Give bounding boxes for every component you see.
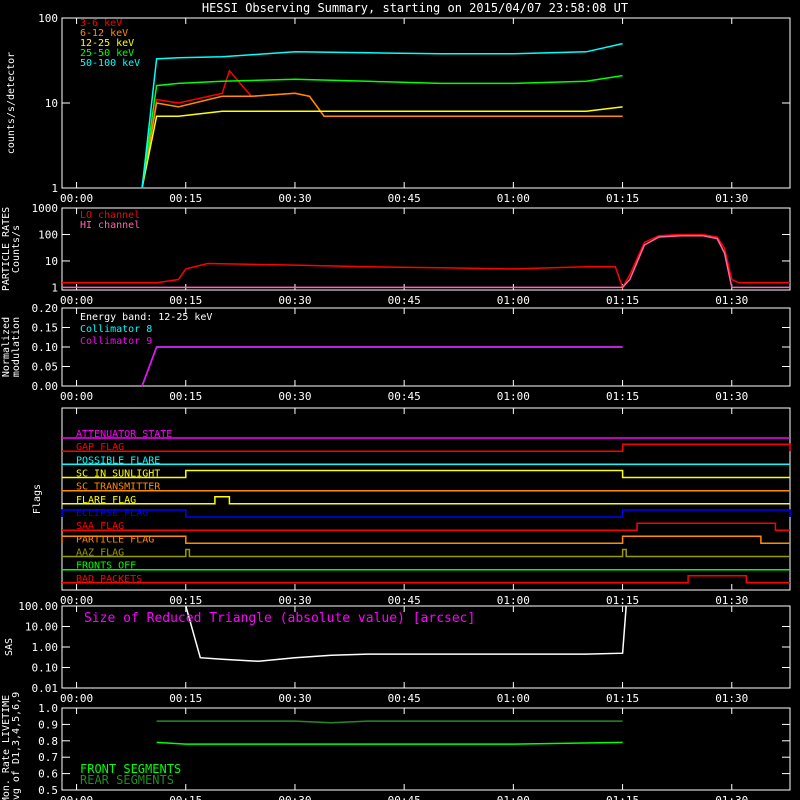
- chart-title: HESSI Observing Summary, starting on 201…: [202, 1, 628, 15]
- flag-label: ATTENUATOR STATE: [76, 429, 172, 440]
- x-tick-label: 01:30: [715, 692, 748, 705]
- x-tick-label: 01:30: [715, 794, 748, 800]
- legend-entry: 50-100 keV: [80, 58, 140, 69]
- x-tick-label: 00:30: [278, 794, 311, 800]
- y-tick-label: 0.15: [32, 322, 59, 335]
- y-tick-label: 0.01: [32, 682, 59, 695]
- x-tick-label: 00:15: [169, 192, 202, 205]
- x-tick-label: 01:15: [606, 390, 639, 403]
- y-tick-label: 1: [51, 182, 58, 195]
- y-tick-label: 0.9: [38, 718, 58, 731]
- x-tick-label: 01:00: [497, 192, 530, 205]
- y-tick-label: 10.00: [25, 621, 58, 634]
- y-tick-label: 100: [38, 12, 58, 25]
- flag-label: SAA FLAG: [76, 521, 124, 532]
- y-tick-label: 0.10: [32, 341, 59, 354]
- y-axis-label: SAS: [4, 638, 15, 656]
- x-tick-label: 01:15: [606, 794, 639, 800]
- y-tick-label: 0.10: [32, 662, 59, 675]
- y-tick-label: 0.6: [38, 768, 58, 781]
- x-tick-label: 01:00: [497, 594, 530, 607]
- x-tick-label: 00:45: [388, 594, 421, 607]
- x-tick-label: 00:30: [278, 192, 311, 205]
- x-tick-label: 00:00: [60, 192, 93, 205]
- y-axis-label: Counts/s: [11, 225, 22, 273]
- x-tick-label: 00:00: [60, 294, 93, 307]
- flag-label: FLARE FLAG: [76, 495, 136, 506]
- y-tick-label: 0.5: [38, 784, 58, 797]
- x-tick-label: 00:15: [169, 692, 202, 705]
- x-tick-label: 00:00: [60, 794, 93, 800]
- x-tick-label: 00:45: [388, 390, 421, 403]
- x-tick-label: 01:00: [497, 794, 530, 800]
- legend-entry: HI channel: [80, 220, 140, 231]
- y-tick-label: 1: [51, 281, 58, 294]
- x-tick-label: 00:00: [60, 390, 93, 403]
- legend-entry: Collimator 9: [80, 336, 152, 347]
- y-tick-label: 1.0: [38, 702, 58, 715]
- panel-annotation: Energy band: 12-25 keV: [80, 312, 212, 323]
- y-tick-label: 100: [38, 228, 58, 241]
- flag-label: PARTICLE FLAG: [76, 534, 154, 545]
- x-tick-label: 00:45: [388, 294, 421, 307]
- x-tick-label: 01:15: [606, 692, 639, 705]
- x-tick-label: 00:15: [169, 294, 202, 307]
- y-tick-label: 0.00: [32, 380, 59, 393]
- x-tick-label: 01:00: [497, 294, 530, 307]
- y-axis-label: Flags: [32, 484, 43, 514]
- x-tick-label: 00:15: [169, 794, 202, 800]
- y-tick-label: 0.7: [38, 751, 58, 764]
- flag-label: AAZ FLAG: [76, 548, 124, 559]
- x-tick-label: 01:15: [606, 192, 639, 205]
- x-tick-label: 01:15: [606, 594, 639, 607]
- x-tick-label: 00:15: [169, 390, 202, 403]
- y-tick-label: 10: [45, 255, 58, 268]
- flag-label: GAP FLAG: [76, 442, 124, 453]
- x-tick-label: 01:30: [715, 192, 748, 205]
- y-tick-label: 10: [45, 97, 58, 110]
- y-tick-label: 0.8: [38, 735, 58, 748]
- y-tick-label: 100.00: [18, 600, 58, 613]
- x-tick-label: 01:00: [497, 390, 530, 403]
- flag-label: FRONTS OFF: [76, 561, 136, 572]
- y-tick-label: 1.00: [32, 641, 59, 654]
- y-axis-label: avg of D1,3,4,5,6,9: [11, 692, 22, 800]
- y-axis-label: modulation: [11, 317, 22, 377]
- x-tick-label: 00:30: [278, 594, 311, 607]
- x-tick-label: 00:45: [388, 794, 421, 800]
- x-tick-label: 00:45: [388, 192, 421, 205]
- flag-label: SC IN SUNLIGHT: [76, 469, 160, 480]
- x-tick-label: 00:15: [169, 594, 202, 607]
- x-tick-label: 01:00: [497, 692, 530, 705]
- x-tick-label: 00:45: [388, 692, 421, 705]
- x-tick-label: 01:30: [715, 390, 748, 403]
- flag-label: POSSIBLE FLARE: [76, 455, 160, 466]
- x-tick-label: 01:30: [715, 294, 748, 307]
- x-tick-label: 01:15: [606, 294, 639, 307]
- y-tick-label: 0.05: [32, 361, 59, 374]
- flag-label: ECLIPSE FLAG: [76, 508, 148, 519]
- flag-label: SC TRANSMITTER: [76, 482, 161, 493]
- x-tick-label: 00:30: [278, 390, 311, 403]
- x-tick-label: 00:30: [278, 692, 311, 705]
- x-tick-label: 00:30: [278, 294, 311, 307]
- x-tick-label: 00:00: [60, 692, 93, 705]
- legend-entry: Collimator 8: [80, 324, 152, 335]
- hessi-summary-figure: HESSI Observing Summary, starting on 201…: [0, 0, 800, 800]
- y-axis-label: counts/s/detector: [6, 52, 17, 154]
- y-tick-label: 0.20: [32, 302, 59, 315]
- legend-entry: REAR SEGMENTS: [80, 773, 174, 787]
- flag-label: BAD PACKETS: [76, 574, 142, 585]
- y-tick-label: 1000: [32, 202, 59, 215]
- x-tick-label: 00:00: [60, 594, 93, 607]
- x-tick-label: 01:30: [715, 594, 748, 607]
- panel-annotation: Size of Reduced Triangle (absolute value…: [84, 611, 475, 626]
